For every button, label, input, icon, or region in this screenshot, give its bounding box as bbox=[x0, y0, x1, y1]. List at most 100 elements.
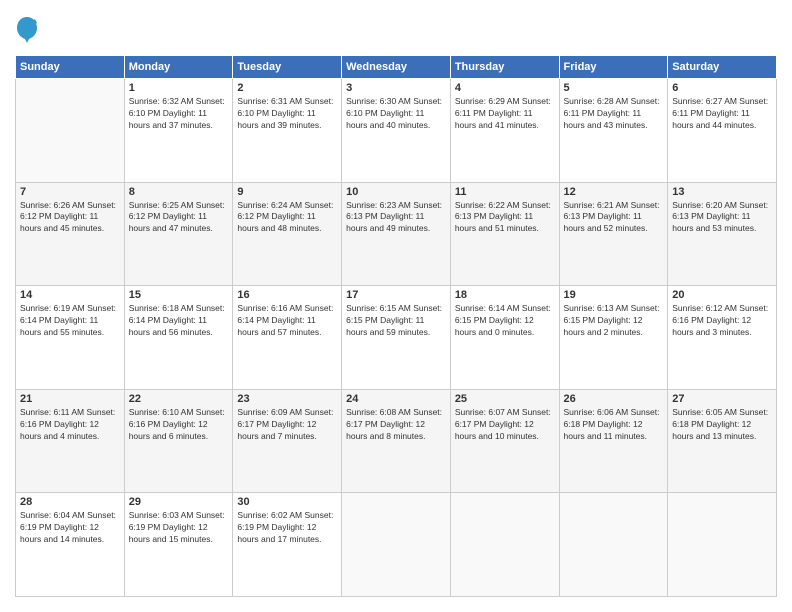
cell-info: Sunrise: 6:12 AM Sunset: 6:16 PM Dayligh… bbox=[672, 303, 772, 339]
calendar-cell bbox=[450, 493, 559, 597]
day-number: 6 bbox=[672, 82, 772, 94]
day-number: 29 bbox=[129, 496, 229, 508]
calendar-cell bbox=[342, 493, 451, 597]
calendar-cell: 19Sunrise: 6:13 AM Sunset: 6:15 PM Dayli… bbox=[559, 286, 668, 390]
calendar-cell bbox=[16, 79, 125, 183]
calendar-cell: 25 Sunrise: 6:07 AM Sunset: 6:17 PM Dayli… bbox=[450, 389, 559, 493]
day-number: 14 bbox=[20, 289, 120, 301]
calendar-cell: 3 Sunrise: 6:30 AM Sunset: 6:10 PM Daylig… bbox=[342, 79, 451, 183]
day-number: 1 bbox=[129, 82, 229, 94]
calendar-cell: 6 Sunrise: 6:27 AM Sunset: 6:11 PM Daylig… bbox=[668, 79, 777, 183]
cell-info: Sunrise: 6:16 AM Sunset: 6:14 PM Dayligh… bbox=[237, 303, 337, 339]
calendar-week-row: 21 Sunrise: 6:11 AM Sunset: 6:16 PM Dayli… bbox=[16, 389, 777, 493]
day-number: 2 bbox=[237, 82, 337, 94]
calendar-cell: 26 Sunrise: 6:06 AM Sunset: 6:18 PM Dayli… bbox=[559, 389, 668, 493]
cell-info: Sunrise: 6:30 AM Sunset: 6:10 PM Dayligh… bbox=[346, 96, 446, 132]
cell-info: Sunrise: 6:24 AM Sunset: 6:12 PM Dayligh… bbox=[237, 200, 337, 236]
calendar-cell: 15Sunrise: 6:18 AM Sunset: 6:14 PM Dayli… bbox=[124, 286, 233, 390]
calendar-cell: 7 Sunrise: 6:26 AM Sunset: 6:12 PM Daylig… bbox=[16, 182, 125, 286]
day-number: 11 bbox=[455, 186, 555, 198]
calendar-cell: 27 Sunrise: 6:05 AM Sunset: 6:18 PM Dayli… bbox=[668, 389, 777, 493]
calendar-table: SundayMondayTuesdayWednesdayThursdayFrid… bbox=[15, 55, 777, 597]
cell-info: Sunrise: 6:19 AM Sunset: 6:14 PM Dayligh… bbox=[20, 303, 120, 339]
cell-info: Sunrise: 6:21 AM Sunset: 6:13 PM Dayligh… bbox=[564, 200, 664, 236]
day-number: 9 bbox=[237, 186, 337, 198]
cell-info: Sunrise: 6:27 AM Sunset: 6:11 PM Dayligh… bbox=[672, 96, 772, 132]
cell-info: Sunrise: 6:03 AM Sunset: 6:19 PM Dayligh… bbox=[129, 510, 229, 546]
cell-info: Sunrise: 6:05 AM Sunset: 6:18 PM Dayligh… bbox=[672, 407, 772, 443]
logo bbox=[15, 15, 43, 45]
day-number: 24 bbox=[346, 393, 446, 405]
calendar-cell: 20 Sunrise: 6:12 AM Sunset: 6:16 PM Dayli… bbox=[668, 286, 777, 390]
calendar-cell: 24 Sunrise: 6:08 AM Sunset: 6:17 PM Dayli… bbox=[342, 389, 451, 493]
calendar-cell: 21 Sunrise: 6:11 AM Sunset: 6:16 PM Dayli… bbox=[16, 389, 125, 493]
cell-info: Sunrise: 6:18 AM Sunset: 6:14 PM Dayligh… bbox=[129, 303, 229, 339]
day-number: 4 bbox=[455, 82, 555, 94]
day-number: 28 bbox=[20, 496, 120, 508]
cell-info: Sunrise: 6:32 AM Sunset: 6:10 PM Dayligh… bbox=[129, 96, 229, 132]
day-number: 10 bbox=[346, 186, 446, 198]
cell-info: Sunrise: 6:29 AM Sunset: 6:11 PM Dayligh… bbox=[455, 96, 555, 132]
day-number: 12 bbox=[564, 186, 664, 198]
calendar-cell bbox=[559, 493, 668, 597]
cell-info: Sunrise: 6:08 AM Sunset: 6:17 PM Dayligh… bbox=[346, 407, 446, 443]
cell-info: Sunrise: 6:10 AM Sunset: 6:16 PM Dayligh… bbox=[129, 407, 229, 443]
day-number: 5 bbox=[564, 82, 664, 94]
calendar-cell: 5 Sunrise: 6:28 AM Sunset: 6:11 PM Daylig… bbox=[559, 79, 668, 183]
day-number: 22 bbox=[129, 393, 229, 405]
calendar-cell: 11 Sunrise: 6:22 AM Sunset: 6:13 PM Dayli… bbox=[450, 182, 559, 286]
cell-info: Sunrise: 6:11 AM Sunset: 6:16 PM Dayligh… bbox=[20, 407, 120, 443]
day-number: 20 bbox=[672, 289, 772, 301]
day-number: 26 bbox=[564, 393, 664, 405]
calendar-week-row: 28 Sunrise: 6:04 AM Sunset: 6:19 PM Dayli… bbox=[16, 493, 777, 597]
cell-info: Sunrise: 6:20 AM Sunset: 6:13 PM Dayligh… bbox=[672, 200, 772, 236]
calendar-cell: 1 Sunrise: 6:32 AM Sunset: 6:10 PM Daylig… bbox=[124, 79, 233, 183]
header bbox=[15, 15, 777, 45]
calendar-cell: 4 Sunrise: 6:29 AM Sunset: 6:11 PM Daylig… bbox=[450, 79, 559, 183]
calendar-cell: 14 Sunrise: 6:19 AM Sunset: 6:14 PM Dayli… bbox=[16, 286, 125, 390]
cell-info: Sunrise: 6:06 AM Sunset: 6:18 PM Dayligh… bbox=[564, 407, 664, 443]
calendar-cell: 9 Sunrise: 6:24 AM Sunset: 6:12 PM Daylig… bbox=[233, 182, 342, 286]
day-number: 8 bbox=[129, 186, 229, 198]
day-number: 7 bbox=[20, 186, 120, 198]
cell-info: Sunrise: 6:07 AM Sunset: 6:17 PM Dayligh… bbox=[455, 407, 555, 443]
cell-info: Sunrise: 6:22 AM Sunset: 6:13 PM Dayligh… bbox=[455, 200, 555, 236]
cell-info: Sunrise: 6:15 AM Sunset: 6:15 PM Dayligh… bbox=[346, 303, 446, 339]
calendar-cell: 30 Sunrise: 6:02 AM Sunset: 6:19 PM Dayli… bbox=[233, 493, 342, 597]
cell-info: Sunrise: 6:13 AM Sunset: 6:15 PM Dayligh… bbox=[564, 303, 664, 339]
cell-info: Sunrise: 6:09 AM Sunset: 6:17 PM Dayligh… bbox=[237, 407, 337, 443]
calendar-cell: 22 Sunrise: 6:10 AM Sunset: 6:16 PM Dayli… bbox=[124, 389, 233, 493]
day-number: 3 bbox=[346, 82, 446, 94]
cell-info: Sunrise: 6:28 AM Sunset: 6:11 PM Dayligh… bbox=[564, 96, 664, 132]
calendar-cell: 18Sunrise: 6:14 AM Sunset: 6:15 PM Dayli… bbox=[450, 286, 559, 390]
calendar-cell: 8 Sunrise: 6:25 AM Sunset: 6:12 PM Daylig… bbox=[124, 182, 233, 286]
day-number: 18 bbox=[455, 289, 555, 301]
weekday-header-saturday: Saturday bbox=[668, 56, 777, 79]
cell-info: Sunrise: 6:02 AM Sunset: 6:19 PM Dayligh… bbox=[237, 510, 337, 546]
weekday-header-sunday: Sunday bbox=[16, 56, 125, 79]
day-number: 21 bbox=[20, 393, 120, 405]
calendar-cell bbox=[668, 493, 777, 597]
day-number: 30 bbox=[237, 496, 337, 508]
calendar-cell: 13 Sunrise: 6:20 AM Sunset: 6:13 PM Dayli… bbox=[668, 182, 777, 286]
calendar-cell: 2Sunrise: 6:31 AM Sunset: 6:10 PM Daylig… bbox=[233, 79, 342, 183]
cell-info: Sunrise: 6:26 AM Sunset: 6:12 PM Dayligh… bbox=[20, 200, 120, 236]
weekday-header-wednesday: Wednesday bbox=[342, 56, 451, 79]
cell-info: Sunrise: 6:23 AM Sunset: 6:13 PM Dayligh… bbox=[346, 200, 446, 236]
weekday-header-tuesday: Tuesday bbox=[233, 56, 342, 79]
calendar-cell: 29 Sunrise: 6:03 AM Sunset: 6:19 PM Dayli… bbox=[124, 493, 233, 597]
day-number: 25 bbox=[455, 393, 555, 405]
day-number: 13 bbox=[672, 186, 772, 198]
calendar-week-row: 1 Sunrise: 6:32 AM Sunset: 6:10 PM Daylig… bbox=[16, 79, 777, 183]
day-number: 27 bbox=[672, 393, 772, 405]
calendar-cell: 10 Sunrise: 6:23 AM Sunset: 6:13 PM Dayli… bbox=[342, 182, 451, 286]
weekday-header-row: SundayMondayTuesdayWednesdayThursdayFrid… bbox=[16, 56, 777, 79]
cell-info: Sunrise: 6:25 AM Sunset: 6:12 PM Dayligh… bbox=[129, 200, 229, 236]
calendar-cell: 17Sunrise: 6:15 AM Sunset: 6:15 PM Dayli… bbox=[342, 286, 451, 390]
cell-info: Sunrise: 6:04 AM Sunset: 6:19 PM Dayligh… bbox=[20, 510, 120, 546]
calendar-cell: 28 Sunrise: 6:04 AM Sunset: 6:19 PM Dayli… bbox=[16, 493, 125, 597]
calendar-week-row: 7 Sunrise: 6:26 AM Sunset: 6:12 PM Daylig… bbox=[16, 182, 777, 286]
logo-icon bbox=[15, 15, 39, 45]
calendar-cell: 23Sunrise: 6:09 AM Sunset: 6:17 PM Dayli… bbox=[233, 389, 342, 493]
calendar-cell: 12 Sunrise: 6:21 AM Sunset: 6:13 PM Dayli… bbox=[559, 182, 668, 286]
